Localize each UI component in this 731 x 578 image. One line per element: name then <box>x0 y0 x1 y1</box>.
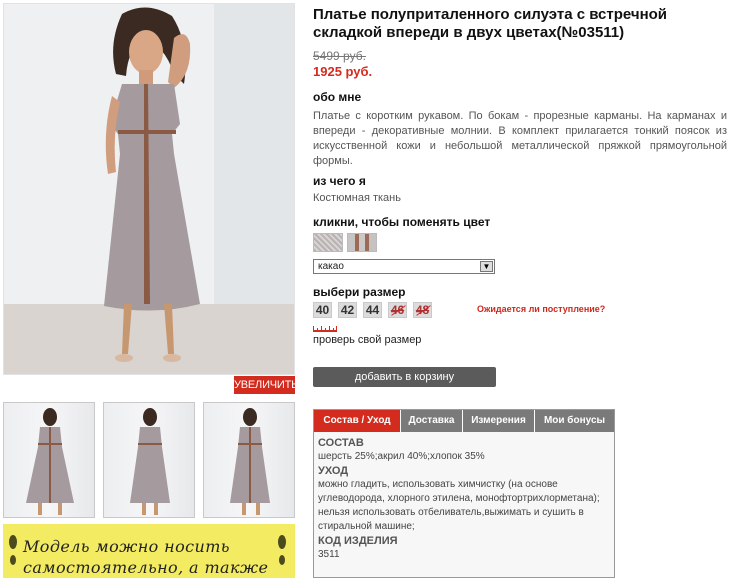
thumbnail-strip <box>3 402 295 518</box>
footprint-icon <box>9 535 17 565</box>
zoom-button[interactable]: УВЕЛИЧИТЬ <box>234 376 298 394</box>
size-option-44[interactable]: 44 <box>363 302 382 318</box>
care-text: можно гладить, использовать химчистку (н… <box>318 479 600 532</box>
tab-delivery[interactable]: Доставка <box>401 410 463 432</box>
old-price: 5499 руб. <box>313 49 366 63</box>
size-option-48-unavailable[interactable]: 48 <box>413 302 432 318</box>
color-swatch-2[interactable] <box>347 233 377 252</box>
notify-availability-link[interactable]: Ожидается ли поступление? <box>477 304 605 314</box>
model-figure-illustration <box>4 4 294 374</box>
tab-composition-care[interactable]: Состав / Уход <box>314 410 401 432</box>
tab-bonuses[interactable]: Мои бонусы <box>535 410 614 432</box>
size-option-40[interactable]: 40 <box>313 302 332 318</box>
color-heading: кликни, чтобы поменять цвет <box>313 215 491 229</box>
tab-content-composition: СОСТАВ шерсть 25%;акрил 40%;хлопок 35% У… <box>318 436 610 562</box>
main-product-photo[interactable] <box>3 3 295 375</box>
tab-measurements[interactable]: Измерения <box>463 410 535 432</box>
product-info-tabs: Состав / Уход Доставка Измерения Мои бон… <box>313 409 615 578</box>
color-select[interactable]: какао ▼ <box>313 259 495 274</box>
current-price: 1925 руб. <box>313 64 373 79</box>
ruler-icon <box>313 326 337 332</box>
about-heading: обо мне <box>313 90 362 104</box>
material-heading: из чего я <box>313 174 366 188</box>
care-heading: УХОД <box>318 465 349 477</box>
size-check-link[interactable]: проверь свой размер <box>313 334 421 346</box>
composition-text: шерсть 25%;акрил 40%;хлопок 35% <box>318 451 485 462</box>
product-code-value: 3511 <box>318 549 340 560</box>
size-option-46-unavailable[interactable]: 46 <box>388 302 407 318</box>
thumbnail-figure <box>130 408 170 515</box>
thumbnail-front[interactable] <box>3 402 95 518</box>
about-text: Платье с коротким рукавом. По бокам - пр… <box>313 110 727 167</box>
footprint-icon <box>278 535 286 565</box>
product-code-heading: КОД ИЗДЕЛИЯ <box>318 535 398 547</box>
thumbnail-side[interactable] <box>203 402 295 518</box>
color-swatch-1[interactable] <box>313 233 343 252</box>
product-title: Платье полуприталенного силуэта с встреч… <box>313 6 668 41</box>
thumbnail-back[interactable] <box>103 402 195 518</box>
promo-text: Модель можно носить самостоятельно, а та… <box>23 537 269 577</box>
size-option-42[interactable]: 42 <box>338 302 357 318</box>
chevron-down-icon[interactable]: ▼ <box>480 261 493 272</box>
promo-banner[interactable]: Модель можно носить самостоятельно, а та… <box>3 524 295 578</box>
thumbnail-figure <box>230 408 270 515</box>
size-heading: выбери размер <box>313 285 406 299</box>
thumbnail-figure <box>26 408 74 515</box>
color-select-value: какао <box>318 261 344 272</box>
composition-heading: СОСТАВ <box>318 437 364 449</box>
add-to-cart-button[interactable]: добавить в корзину <box>313 367 496 387</box>
material-text: Костюмная ткань <box>313 192 401 204</box>
